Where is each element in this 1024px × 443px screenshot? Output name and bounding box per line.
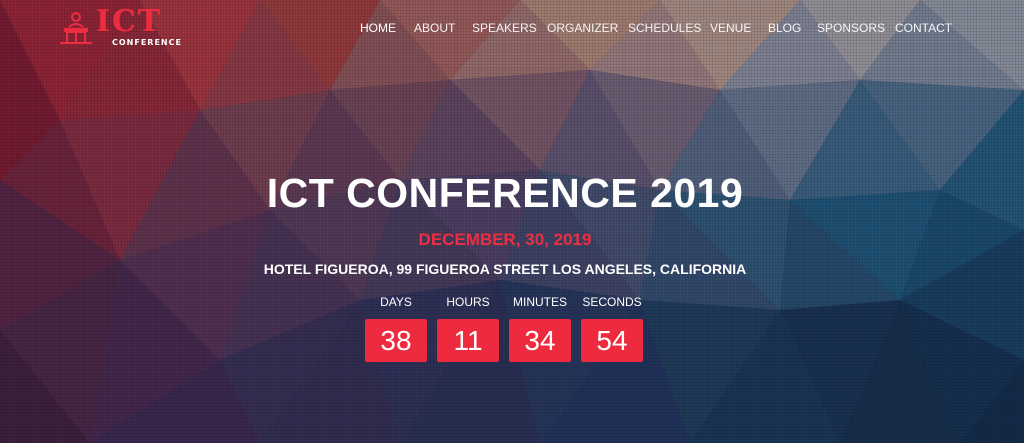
site-header: ICT CONFERENCE HOME ABOUT SPEAKERS ORGAN… (0, 0, 1024, 56)
countdown-timer: DAYS 38 HOURS 11 MINUTES 34 SECONDS 54 (363, 294, 663, 374)
event-date: DECEMBER, 30, 2019 (418, 230, 592, 249)
countdown-hours: HOURS 11 (435, 294, 501, 364)
hero-section: ICT CONFERENCE HOME ABOUT SPEAKERS ORGAN… (0, 0, 1024, 443)
countdown-days: DAYS 38 (363, 294, 429, 364)
countdown-label: DAYS (380, 295, 412, 309)
nav-item-speakers[interactable]: SPEAKERS (472, 19, 537, 37)
countdown-label: HOURS (446, 295, 490, 309)
logo-subtitle: CONFERENCE (112, 38, 182, 47)
nav-item-contact[interactable]: CONTACT (895, 19, 952, 37)
main-nav: HOME ABOUT SPEAKERS ORGANIZER SCHEDULES … (350, 19, 952, 37)
event-location: HOTEL FIGUEROA, 99 FIGUEROA STREET LOS A… (263, 261, 747, 277)
nav-item-sponsors[interactable]: SPONSORS (817, 19, 885, 37)
nav-item-organizer[interactable]: ORGANIZER (547, 19, 618, 37)
countdown-value: 34 (509, 319, 571, 362)
logo-title: ICT (96, 4, 163, 39)
podium-speaker-icon (60, 12, 92, 44)
countdown-minutes: MINUTES 34 (507, 294, 573, 364)
nav-item-blog[interactable]: BLOG (768, 19, 801, 37)
countdown-label: SECONDS (582, 295, 642, 309)
dark-overlay (0, 0, 1024, 443)
site-logo[interactable]: ICT CONFERENCE (58, 4, 181, 48)
countdown-value: 11 (437, 319, 499, 362)
countdown-label: MINUTES (513, 295, 567, 309)
countdown-value: 38 (365, 319, 427, 362)
nav-item-schedules[interactable]: SCHEDULES (628, 19, 701, 37)
countdown-seconds: SECONDS 54 (579, 294, 645, 364)
nav-item-venue[interactable]: VENUE (710, 19, 751, 37)
countdown-value: 54 (581, 319, 643, 362)
nav-item-home[interactable]: HOME (360, 19, 396, 37)
hero-title: ICT CONFERENCE 2019 (266, 170, 744, 216)
nav-item-about[interactable]: ABOUT (414, 19, 455, 37)
